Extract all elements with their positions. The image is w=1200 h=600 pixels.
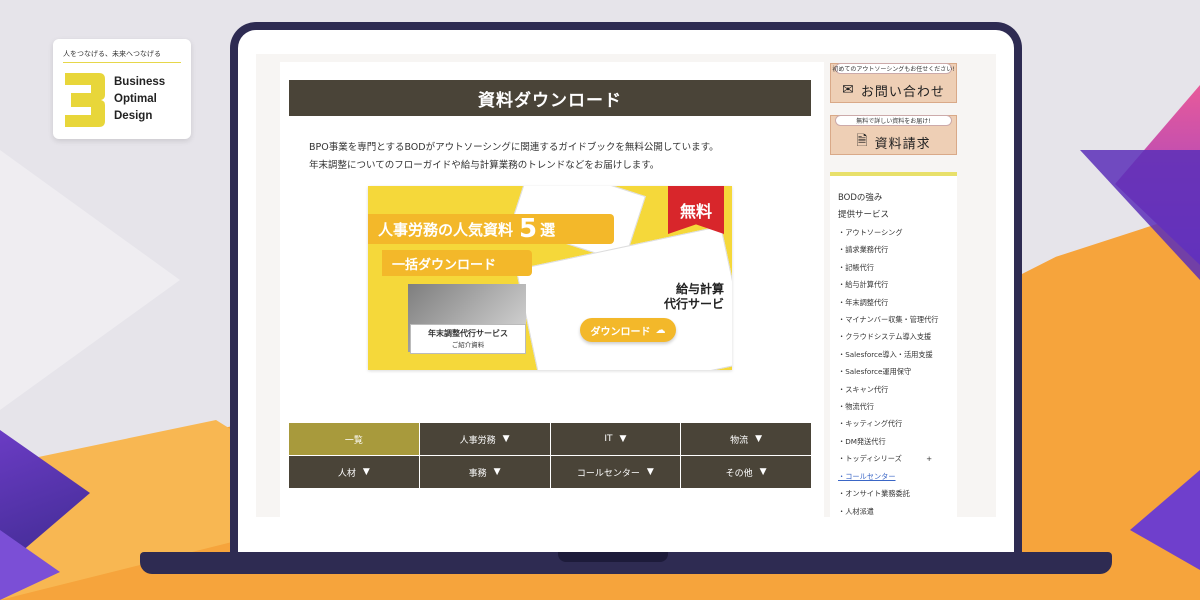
banner-caption: 年末調整代行サービス ご紹介資料 bbox=[410, 324, 526, 354]
category-label: IT bbox=[604, 434, 613, 444]
sidebar-services-heading[interactable]: 提供サービス bbox=[838, 207, 957, 224]
service-item-expandable[interactable]: ・トッディシリーズ + bbox=[838, 450, 957, 467]
banner-headline-text: 人事労務の人気資料 bbox=[378, 220, 514, 239]
banner-download-label: ダウンロード bbox=[590, 326, 651, 338]
caret-down-icon: ▼ bbox=[502, 434, 510, 444]
category-label: 物流 bbox=[730, 435, 749, 446]
contact-button[interactable]: 初めてのアウトソーシングもお任せください! ✉ お問い合わせ bbox=[830, 63, 957, 103]
mail-icon: ✉ bbox=[842, 82, 855, 98]
category-label: その他 bbox=[725, 468, 753, 479]
main-content: 資料ダウンロード BPO事業を専門とするBODがアウトソーシングに関連するガイド… bbox=[280, 62, 824, 517]
banner-number-suffix: 選 bbox=[540, 220, 556, 239]
service-item[interactable]: ・キッティング代行 bbox=[838, 415, 957, 432]
category-tab-logistics[interactable]: 物流 ▼ bbox=[681, 423, 811, 455]
caret-down-icon: ▼ bbox=[619, 434, 627, 444]
banner-download-button[interactable]: ダウンロード ☁ bbox=[580, 318, 676, 342]
service-item[interactable]: ・Salesforce運用保守 bbox=[838, 363, 957, 380]
category-tab-hr[interactable]: 人事労務 ▼ bbox=[419, 423, 550, 455]
banner-number: 5 bbox=[519, 214, 538, 244]
banner-caption-sub: ご紹介資料 bbox=[451, 341, 485, 349]
free-ribbon: 無料 bbox=[668, 186, 724, 234]
document-icon: 🗎 bbox=[856, 133, 869, 149]
category-tab-call-center[interactable]: コールセンター ▼ bbox=[550, 456, 681, 488]
services-list: ・アウトソーシング ・請求業務代行 ・記帳代行 ・給与計算代行 ・年末調整代行 … bbox=[838, 224, 957, 517]
category-label: 人事労務 bbox=[459, 435, 496, 446]
logo-word: Design bbox=[114, 109, 153, 122]
web-page: 資料ダウンロード BPO事業を専門とするBODがアウトソーシングに関連するガイド… bbox=[256, 54, 996, 517]
service-item[interactable]: ・人材派遣 bbox=[838, 503, 957, 518]
contact-label: お問い合わせ bbox=[860, 84, 945, 100]
service-item[interactable]: ・マイナンバー収集・管理代行 bbox=[838, 311, 957, 328]
service-item[interactable]: ・スキャン代行 bbox=[838, 381, 957, 398]
logo-mark-icon bbox=[65, 73, 105, 127]
banner-headline: 人事労務の人気資料 5 選 bbox=[368, 214, 614, 244]
service-item[interactable]: ・物流代行 bbox=[838, 398, 957, 415]
logo-word: Business bbox=[114, 75, 166, 88]
service-item[interactable]: ・請求業務代行 bbox=[838, 241, 957, 258]
service-item[interactable]: ・アウトソーシング bbox=[838, 224, 957, 241]
service-item[interactable]: ・給与計算代行 bbox=[838, 276, 957, 293]
service-item[interactable]: ・Salesforce導入・活用支援 bbox=[838, 346, 957, 363]
brand-logo: 人をつなげる、未来へつなげる Business Optimal Design bbox=[53, 39, 191, 139]
intro-line: BPO事業を専門とするBODがアウトソーシングに関連するガイドブックを無料公開し… bbox=[309, 142, 719, 153]
logo-word: Optimal bbox=[114, 92, 157, 105]
logo-tagline: 人をつなげる、未来へつなげる bbox=[63, 49, 181, 63]
plus-icon[interactable]: + bbox=[926, 454, 932, 463]
caret-down-icon: ▼ bbox=[755, 434, 763, 444]
sidebar-item-strengths[interactable]: BODの強み bbox=[838, 190, 957, 207]
category-label: 一覧 bbox=[344, 435, 363, 446]
contact-tag: 初めてのアウトソーシングもお任せください! bbox=[832, 63, 955, 74]
service-item[interactable]: ・記帳代行 bbox=[838, 259, 957, 276]
service-item-call-center-link[interactable]: ・コールセンター bbox=[838, 468, 957, 485]
request-docs-button[interactable]: 無料で詳しい資料をお届け! 🗎 資料請求 bbox=[830, 115, 957, 155]
service-item[interactable]: ・クラウドシステム導入支援 bbox=[838, 328, 957, 345]
category-tab-staffing[interactable]: 人材 ▼ bbox=[289, 456, 419, 488]
page-title: 資料ダウンロード bbox=[289, 80, 811, 116]
caret-down-icon: ▼ bbox=[362, 467, 370, 477]
caret-down-icon: ▼ bbox=[759, 467, 767, 477]
intro-line: 年末調整についてのフローガイドや給与計算業務のトレンドなどをお届けします。 bbox=[309, 160, 660, 171]
category-tabs: 一覧 人事労務 ▼ IT ▼ 物流 ▼ 人材 ▼ 事務 ▼ コールセンター ▼ … bbox=[289, 423, 811, 488]
service-item-label: ・トッディシリーズ bbox=[838, 454, 902, 464]
category-label: 事務 bbox=[468, 468, 487, 479]
category-label: コールセンター bbox=[576, 468, 640, 479]
category-tab-all[interactable]: 一覧 bbox=[289, 423, 419, 455]
category-tab-office[interactable]: 事務 ▼ bbox=[419, 456, 550, 488]
download-banner[interactable]: 人事労務の人気資料 5 選 一括ダウンロード 無料 年末調整代行サービス ご紹介… bbox=[368, 186, 732, 370]
laptop-notch bbox=[558, 552, 668, 562]
category-tab-other[interactable]: その他 ▼ bbox=[681, 456, 811, 488]
banner-service-line: 給与計算 bbox=[676, 282, 725, 296]
service-item[interactable]: ・DM発送代行 bbox=[838, 433, 957, 450]
service-item[interactable]: ・年末調整代行 bbox=[838, 294, 957, 311]
caret-down-icon: ▼ bbox=[646, 467, 654, 477]
category-label: 人材 bbox=[337, 468, 356, 479]
request-label: 資料請求 bbox=[874, 136, 931, 152]
intro-text: BPO事業を専門とするBODがアウトソーシングに関連するガイドブックを無料公開し… bbox=[309, 139, 789, 175]
service-item[interactable]: ・オンサイト業務委託 bbox=[838, 485, 957, 502]
banner-service-text: 給与計算 代行サービ bbox=[664, 282, 724, 312]
banner-service-line: 代行サービ bbox=[664, 297, 725, 311]
banner-caption-title: 年末調整代行サービス bbox=[428, 329, 508, 338]
category-tab-it[interactable]: IT ▼ bbox=[550, 423, 681, 455]
request-tag: 無料で詳しい資料をお届け! bbox=[835, 115, 952, 126]
caret-down-icon: ▼ bbox=[493, 467, 501, 477]
banner-subheadline: 一括ダウンロード bbox=[382, 250, 532, 276]
sidebar-nav: BODの強み 提供サービス ・アウトソーシング ・請求業務代行 ・記帳代行 ・給… bbox=[830, 172, 957, 517]
cloud-download-icon: ☁ bbox=[655, 324, 666, 336]
background-shape bbox=[0, 150, 180, 410]
